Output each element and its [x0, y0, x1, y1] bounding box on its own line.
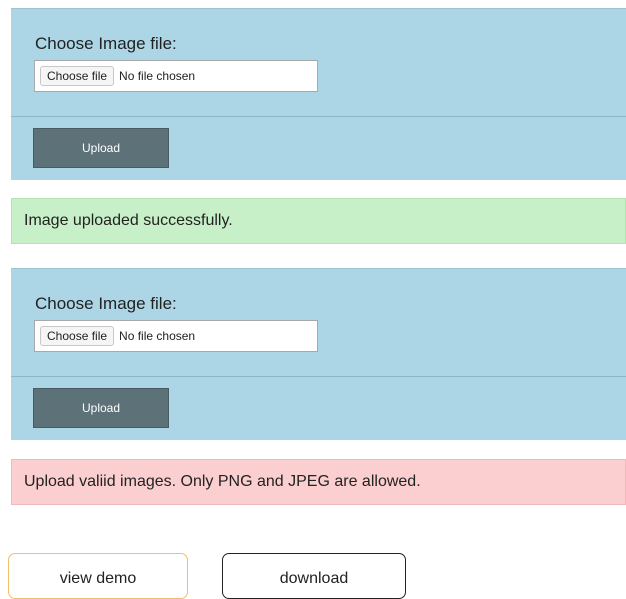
success-alert: Image uploaded successfully.	[11, 198, 626, 244]
download-button[interactable]: download	[222, 553, 406, 599]
file-input[interactable]: Choose file No file chosen	[34, 320, 318, 352]
error-alert: Upload valiid images. Only PNG and JPEG …	[11, 459, 626, 505]
form-input-section: Choose Image file: Choose file No file c…	[11, 269, 626, 377]
form-input-section: Choose Image file: Choose file No file c…	[11, 9, 626, 117]
form-action-section: Upload	[11, 117, 626, 180]
upload-button[interactable]: Upload	[33, 388, 169, 428]
view-demo-button[interactable]: view demo	[8, 553, 188, 599]
file-input[interactable]: Choose file No file chosen	[34, 60, 318, 92]
form-label: Choose Image file:	[35, 294, 177, 313]
file-status-text: No file chosen	[119, 69, 196, 83]
form-action-section: Upload	[11, 377, 626, 440]
choose-file-button[interactable]: Choose file	[40, 66, 115, 86]
upload-form-2: Choose Image file: Choose file No file c…	[11, 268, 626, 440]
upload-button[interactable]: Upload	[33, 128, 169, 168]
file-status-text: No file chosen	[119, 329, 196, 343]
form-label: Choose Image file:	[35, 34, 177, 53]
upload-form-1: Choose Image file: Choose file No file c…	[11, 8, 626, 180]
choose-file-button[interactable]: Choose file	[40, 326, 115, 346]
